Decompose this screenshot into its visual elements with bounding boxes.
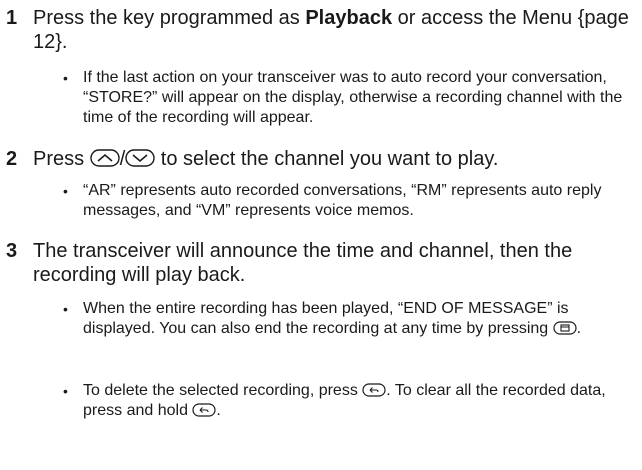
bullet-text: “AR” represents auto recorded conversati… — [83, 182, 602, 219]
bullet-text: If the last action on your transceiver w… — [83, 69, 623, 126]
step-instruction: The transceiver will announce the time a… — [33, 240, 573, 286]
step-number: 2 — [6, 148, 18, 170]
bullet-marker: • — [63, 70, 68, 86]
bullet-marker: • — [63, 183, 68, 199]
back-key-icon — [362, 383, 386, 397]
step-number: 1 — [6, 7, 18, 29]
playback-key-name: Playback — [305, 7, 393, 29]
bullet-marker: • — [63, 301, 68, 317]
up-key-icon — [89, 149, 120, 167]
down-key-icon — [125, 149, 155, 167]
step-instruction: Press the key programmed as Playback or … — [33, 7, 629, 53]
back-key-icon — [192, 403, 217, 417]
step-number: 3 — [6, 240, 18, 262]
step-instruction: Press / to select the channel you want t… — [33, 148, 499, 170]
bullet-text: To delete the selected recording, press … — [83, 382, 606, 419]
bullet-text: When the entire recording has been playe… — [83, 300, 582, 337]
menu-key-icon — [553, 321, 577, 335]
bullet-marker: • — [63, 383, 68, 399]
